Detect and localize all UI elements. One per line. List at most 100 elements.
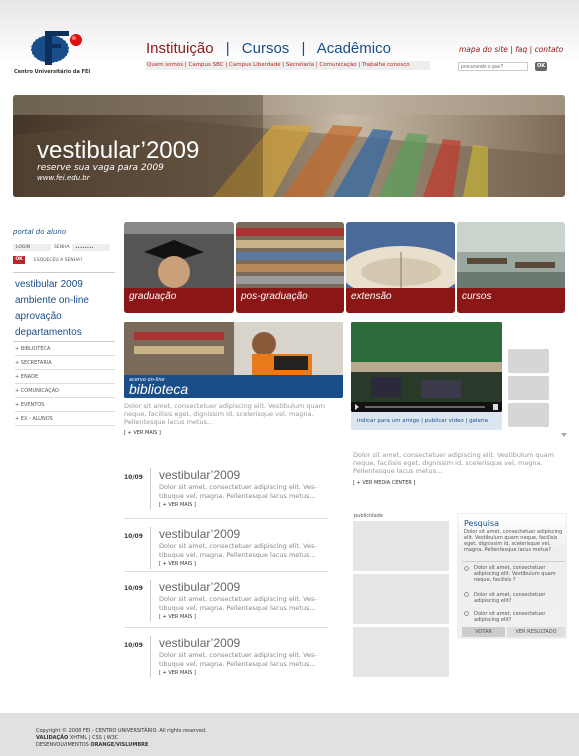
footer-copyright: Copyright © 2008 FEI - CENTRO UNIVERSITÁ… — [36, 728, 207, 734]
category-pos-graduacao[interactable]: pos-graduação — [236, 222, 344, 313]
video-controls[interactable] — [351, 402, 502, 412]
footer-developer: DESENVOLVIMENTOS ORANGE/VISLUMBRE — [36, 742, 148, 748]
main-nav: Instituição | Cursos | Acadêmico — [146, 40, 391, 57]
video-thumbnail[interactable] — [508, 349, 549, 373]
page: Centro Universitário da FEI Instituição … — [0, 0, 579, 756]
news-title[interactable]: vestibular’2009 — [159, 580, 240, 594]
publish-video-link[interactable]: publicar vídeo — [425, 418, 464, 424]
volume-icon[interactable] — [493, 404, 498, 410]
nav-instituicao[interactable]: Instituição — [146, 40, 214, 57]
sidebar-sub-enade[interactable]: + ENADE — [15, 370, 115, 384]
video-thumbnail[interactable] — [508, 376, 549, 400]
validation-xhtml-link[interactable]: XHTML — [70, 735, 87, 741]
news-more-link[interactable]: [ + VER MAIS ] — [159, 670, 196, 676]
validation-separator: | — [103, 735, 106, 741]
play-icon[interactable] — [355, 404, 359, 410]
footer: Copyright © 2008 FEI - CENTRO UNIVERSITÁ… — [0, 713, 579, 756]
library-more-link[interactable]: [ + VER MAIS ] — [124, 430, 161, 436]
sidebar-sub-biblioteca[interactable]: + BIBLIOTECA — [15, 342, 115, 356]
news-more-link[interactable]: [ + VER MAIS ] — [159, 561, 196, 567]
poll-title: Pesquisa — [464, 519, 500, 528]
category-label: pos-graduação — [241, 291, 308, 302]
ad-slot[interactable] — [353, 627, 449, 677]
video-links: indicar para um amigo | publicar vídeo |… — [351, 412, 502, 430]
utility-separator: | — [529, 45, 533, 54]
subnav-campus-sbc[interactable]: Campus SBC — [188, 61, 223, 70]
banner-title: vestibular’2009 — [37, 137, 200, 164]
senha-label: SENHA — [54, 245, 70, 250]
category-cursos[interactable]: cursos — [457, 222, 565, 313]
thumbnail-scroll-down-icon[interactable] — [561, 433, 567, 437]
video-player[interactable] — [351, 322, 502, 412]
news-more-link[interactable]: [ + VER MAIS ] — [159, 614, 196, 620]
nav-academico[interactable]: Acadêmico — [317, 40, 391, 57]
sidebar-link-departamentos[interactable]: departamentos — [15, 327, 82, 338]
logo-text: Centro Universitário da FEI — [14, 69, 91, 75]
developer-link[interactable]: ORANGE/VISLUMBRE — [90, 742, 148, 748]
validation-separator: | — [88, 735, 91, 741]
login-ok-button[interactable]: OK — [13, 256, 25, 264]
logo[interactable]: Centro Universitário da FEI — [14, 27, 94, 75]
nav-cursos[interactable]: Cursos — [242, 40, 290, 57]
study-room-image — [457, 222, 565, 288]
library-title: biblioteca — [129, 381, 189, 397]
vote-button[interactable]: VOTAR — [462, 627, 505, 637]
category-graduacao[interactable]: graduação — [124, 222, 234, 313]
sidebar-link-aprovacao[interactable]: aprovação — [15, 311, 62, 322]
progress-track[interactable] — [365, 406, 485, 408]
sidebar-sub-ex-alunos[interactable]: + EX - ALUNOS — [15, 412, 115, 426]
category-extensao[interactable]: extensão — [346, 222, 455, 313]
subnav-trabalhe-conosco[interactable]: Trabalhe conosco — [362, 61, 410, 70]
library-shelves-image — [236, 222, 344, 288]
open-book-image — [346, 222, 455, 288]
poll-option-radio[interactable] — [464, 592, 469, 597]
share-friend-link[interactable]: indicar para um amigo — [357, 418, 419, 424]
sidebar-link-ambiente[interactable]: ambiente on-line — [15, 295, 89, 306]
sidebar-link-vestibular[interactable]: vestibular 2009 — [15, 279, 83, 290]
ad-slot[interactable] — [353, 521, 449, 571]
news-title[interactable]: vestibular’2009 — [159, 636, 240, 650]
sitemap-link[interactable]: mapa do site — [459, 45, 508, 54]
library-feature[interactable]: acervo on-line biblioteca — [124, 322, 343, 398]
news-separator — [124, 571, 328, 572]
subnav-campus-liberdade[interactable]: Campus Liberdade — [229, 61, 281, 70]
contact-link[interactable]: contato — [535, 45, 564, 54]
news-divider-vertical — [150, 580, 151, 622]
validation-css-link[interactable]: CSS — [92, 735, 102, 741]
news-divider-vertical — [150, 527, 151, 569]
news-date: 10/09 — [124, 585, 143, 592]
gallery-link[interactable]: galeria — [469, 418, 488, 424]
sub-nav: Quem somos | Campus SBC | Campus Liberda… — [146, 61, 430, 70]
poll-option-radio[interactable] — [464, 566, 469, 571]
faq-link[interactable]: faq — [515, 45, 527, 54]
sidebar-sub-secretaria[interactable]: + SECRETARIA — [15, 356, 115, 370]
poll-option-text: Dolor sit amet, consectetuer adipiscing … — [474, 592, 546, 604]
subnav-comunicacao[interactable]: Comunicação — [319, 61, 356, 70]
media-center-link[interactable]: [ + VER MEDIA CENTER ] — [353, 480, 415, 486]
news-more-link[interactable]: [ + VER MAIS ] — [159, 502, 196, 508]
senha-field[interactable]: •••••••• — [72, 244, 110, 251]
hero-banner[interactable]: vestibular’2009 reserve sua vaga para 20… — [13, 95, 565, 197]
search-input[interactable] — [458, 62, 528, 71]
news-title[interactable]: vestibular’2009 — [159, 527, 240, 541]
subnav-quem-somos[interactable]: Quem somos — [147, 61, 183, 70]
validation-w3c-link[interactable]: W3C — [107, 735, 119, 741]
video-link-separator: | — [465, 418, 468, 424]
sidebar-sub-eventos[interactable]: + EVENTOS — [15, 398, 115, 412]
view-results-button[interactable]: VER RESULTADO — [507, 627, 565, 637]
utility-links: mapa do site | faq | contato — [459, 45, 563, 54]
news-title[interactable]: vestibular’2009 — [159, 468, 240, 482]
video-thumbnail[interactable] — [508, 403, 549, 427]
ad-slot[interactable] — [353, 574, 449, 624]
news-separator — [124, 627, 328, 628]
footer-validation: VALIDAÇÃO XHTML | CSS | W3C — [36, 735, 118, 741]
forgot-password-link[interactable]: ESQUECEU A SENHA? — [34, 258, 83, 263]
poll-question: Dolor sit amet, consectetuer adipiscing … — [464, 529, 563, 553]
developer-label: DESENVOLVIMENTOS — [36, 742, 89, 748]
sidebar-sub-comunicacao[interactable]: + COMUNICAÇÃO — [15, 384, 115, 398]
nav-separator: | — [225, 40, 230, 57]
search-button[interactable]: OK — [535, 62, 547, 71]
subnav-secretaria[interactable]: Secretaria — [286, 61, 314, 70]
poll-option-radio[interactable] — [464, 611, 469, 616]
banner-subtitle: reserve sua vaga para 2009 — [37, 163, 164, 173]
